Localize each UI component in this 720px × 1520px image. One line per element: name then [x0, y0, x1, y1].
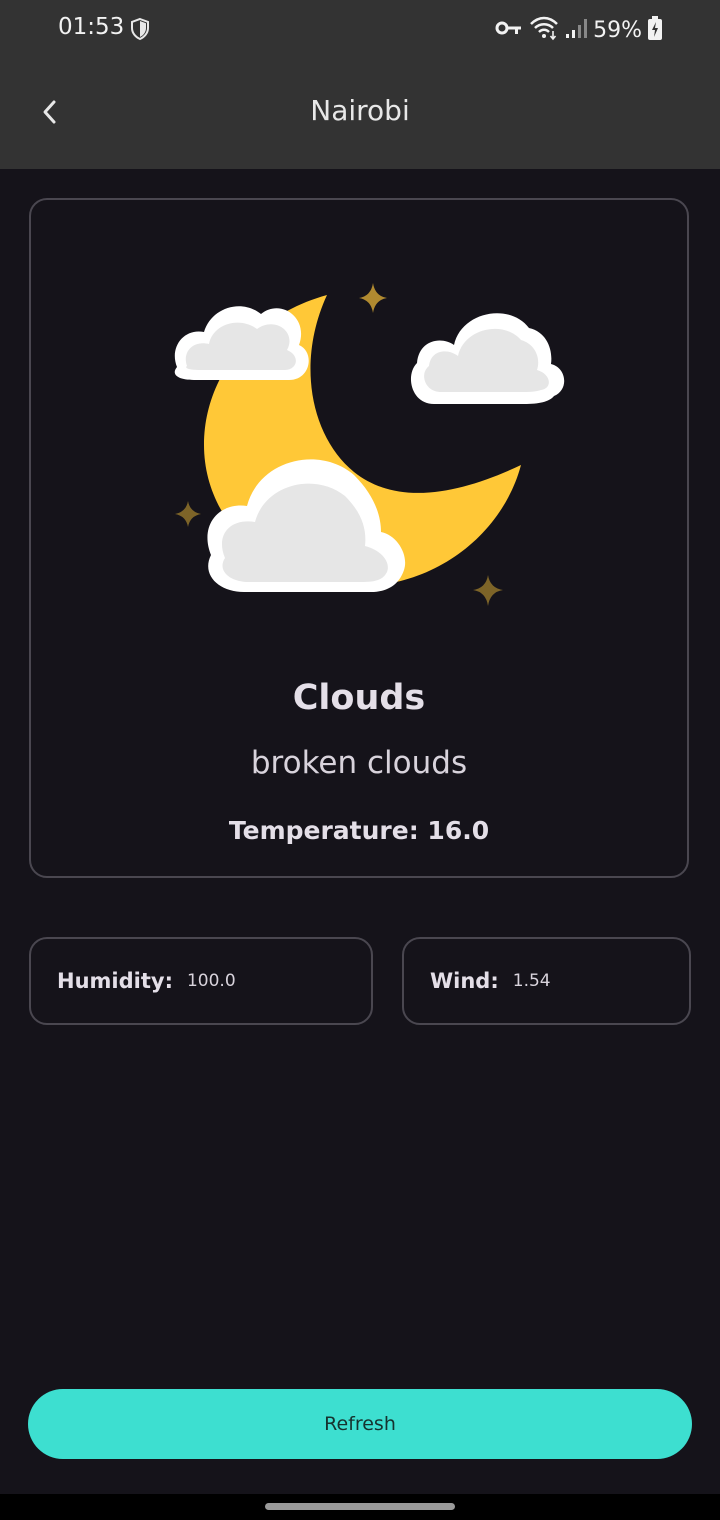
battery-charging-icon	[648, 16, 662, 44]
wifi-icon	[529, 15, 559, 45]
refresh-button[interactable]: Refresh	[28, 1389, 692, 1459]
humidity-value: 100.0	[186, 971, 236, 991]
weather-main: Clouds	[292, 678, 426, 718]
home-gesture-handle[interactable]	[265, 1503, 455, 1510]
app-bar: Nairobi	[0, 62, 720, 169]
page-title: Nairobi	[310, 94, 410, 127]
temperature-value: 16.0	[427, 816, 490, 845]
wind-value: 1.54	[512, 971, 551, 991]
moon-with-clouds-icon	[149, 270, 569, 660]
wind-label: Wind:	[430, 969, 499, 993]
status-bar: 01:53 59%	[0, 0, 720, 62]
key-icon	[495, 19, 523, 41]
temperature-row: Temperature: 16.0	[31, 816, 687, 845]
temperature-label: Temperature:	[228, 816, 419, 845]
navigation-bar	[0, 1494, 720, 1520]
battery-percent: 59%	[593, 17, 642, 43]
humidity-card: Humidity: 100.0	[29, 937, 373, 1025]
signal-icon	[565, 17, 588, 43]
wind-card: Wind: 1.54	[402, 937, 691, 1025]
humidity-label: Humidity:	[57, 969, 173, 993]
weather-description: broken clouds	[250, 745, 468, 781]
status-time: 01:53	[58, 14, 125, 40]
shield-icon	[129, 17, 151, 41]
weather-card: Clouds broken clouds Temperature: 16.0	[29, 198, 689, 878]
status-icons: 59%	[495, 14, 662, 46]
